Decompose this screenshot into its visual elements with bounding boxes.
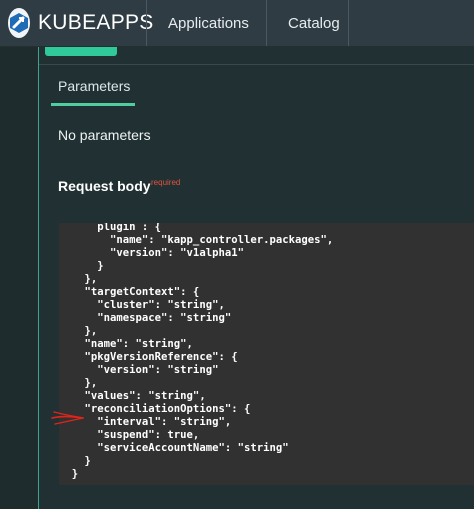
code-line: } [59, 455, 91, 467]
code-line: }, [59, 273, 98, 285]
nav-catalog[interactable]: Catalog [267, 0, 348, 46]
code-line: }, [59, 325, 98, 337]
request-body-editor[interactable]: plugin : { "name": "kapp_controller.pack… [59, 223, 474, 485]
code-line: "pkgVersionReference": { [59, 351, 238, 363]
code-line: }, [59, 377, 98, 389]
tab-active-indicator [51, 103, 135, 106]
nav-divider [348, 0, 349, 46]
code-line: "targetContext": { [59, 286, 200, 298]
code-line: } [59, 468, 79, 480]
code-line: "name": "kapp_controller.packages", [59, 234, 334, 246]
brand-name: KUBEAPPS [38, 11, 154, 34]
no-parameters-text: No parameters [58, 127, 151, 143]
code-line: "reconciliationOptions": { [59, 403, 251, 415]
tab-parameters[interactable]: Parameters [58, 78, 130, 94]
kubeapps-logo-icon [8, 8, 30, 38]
code-line: plugin : { [59, 223, 162, 233]
hand-drawn-arrow-icon [51, 411, 84, 425]
code-line: "namespace": "string" [59, 312, 232, 324]
execute-button-partial[interactable] [45, 47, 117, 56]
panel-divider [39, 64, 474, 65]
brand[interactable]: KUBEAPPS [0, 0, 153, 46]
left-rail [0, 47, 38, 509]
parameters-panel: Parameters No parameters Request body re… [38, 47, 474, 509]
code-line: "suspend": true, [59, 429, 200, 441]
nav-applications[interactable]: Applications [147, 0, 266, 46]
code-line: "version": "string" [59, 364, 219, 376]
code-line: "serviceAccountName": "string" [59, 442, 289, 454]
required-flag: required [151, 178, 181, 187]
request-body-label: Request body [58, 178, 151, 194]
code-line: "name": "string", [59, 338, 193, 350]
top-navbar: KUBEAPPS Applications Catalog [0, 0, 474, 47]
code-line: } [59, 260, 104, 272]
code-line: "version": "v1alpha1" [59, 247, 244, 259]
code-line: "cluster": "string", [59, 299, 225, 311]
code-line: "values": "string", [59, 390, 206, 402]
